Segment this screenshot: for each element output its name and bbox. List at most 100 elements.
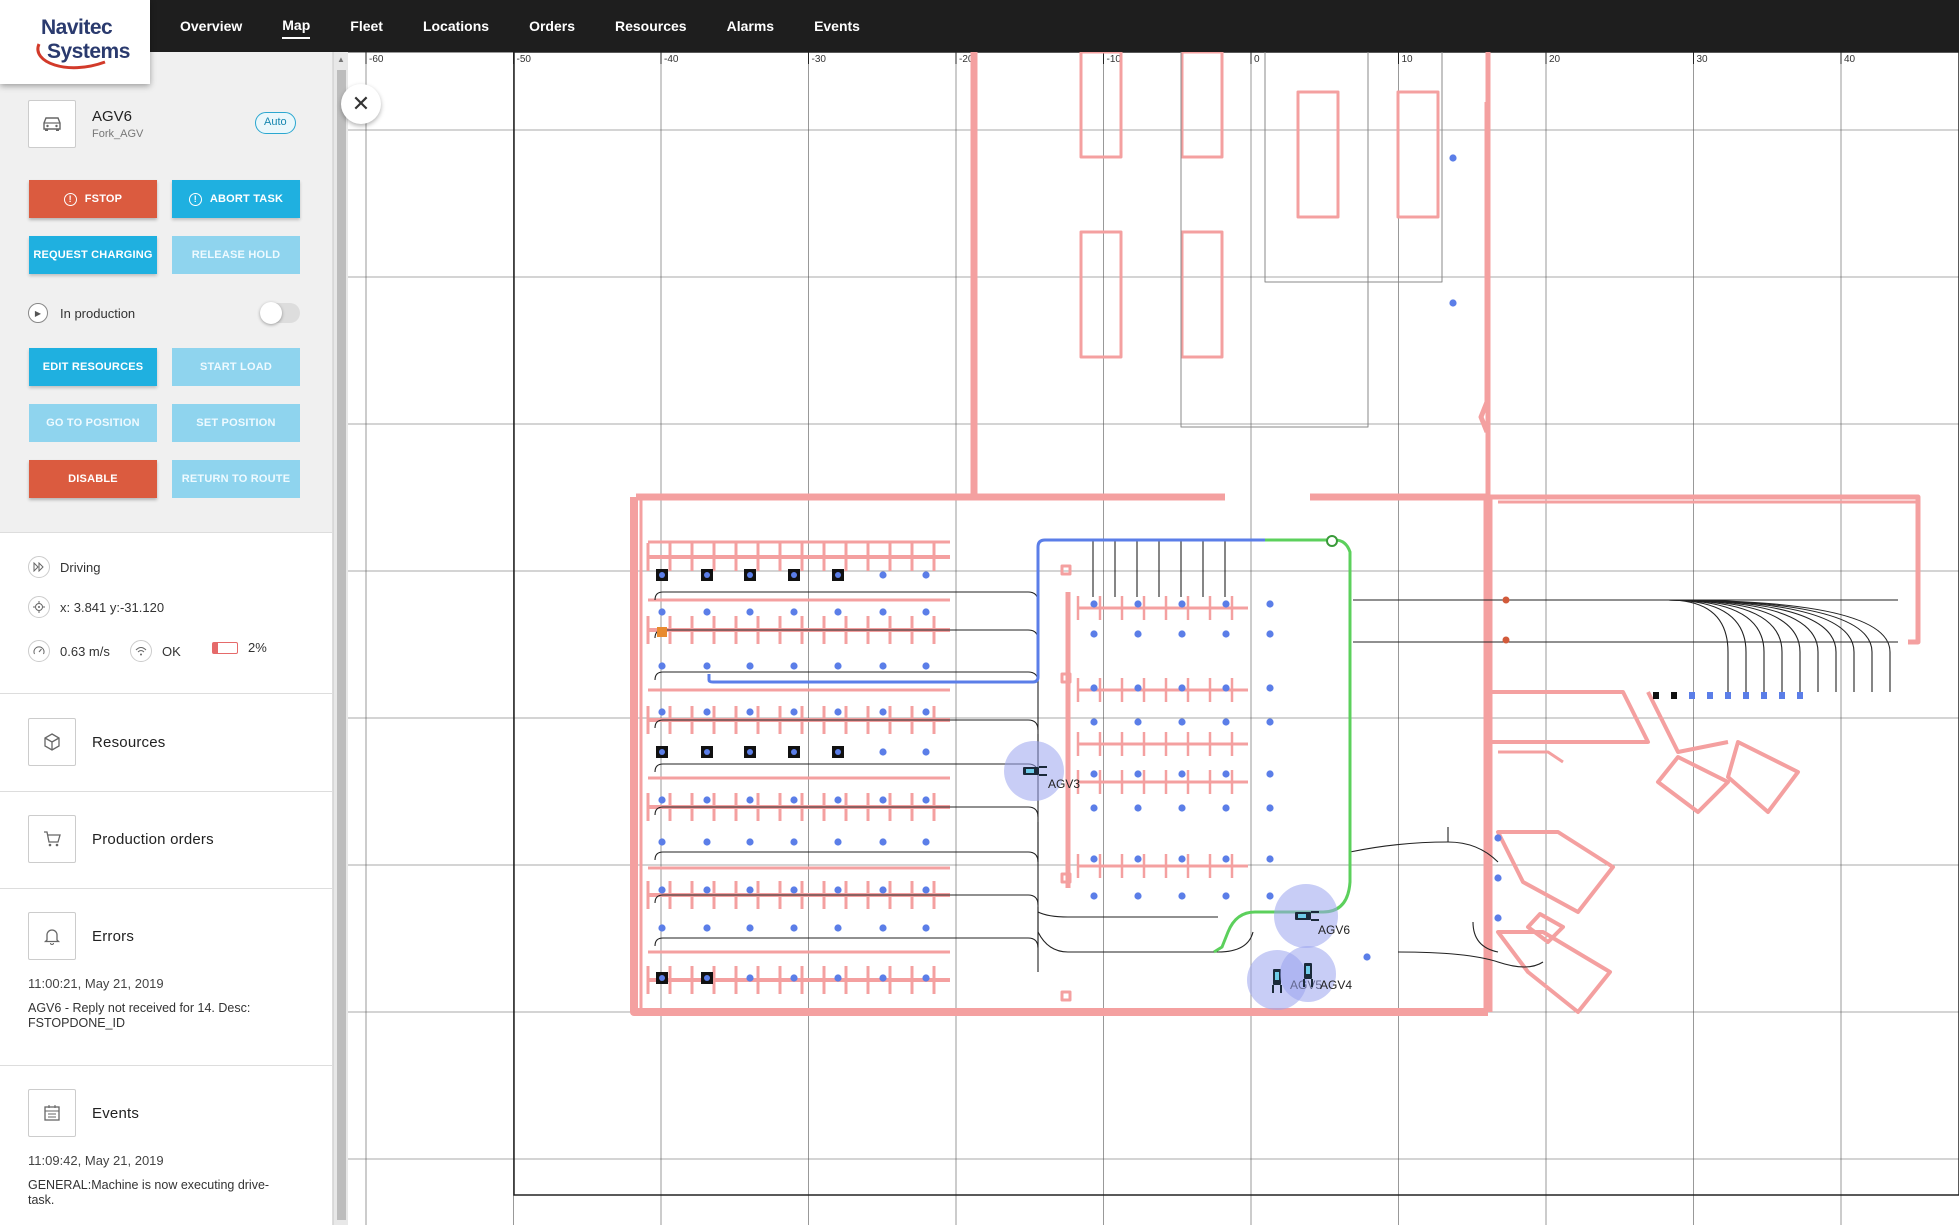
station-dot[interactable]	[922, 708, 930, 716]
station-dot[interactable]	[790, 608, 798, 616]
station-dot[interactable]	[1449, 299, 1457, 307]
station-dot[interactable]	[746, 796, 754, 804]
station-dot[interactable]	[658, 708, 666, 716]
station-dot[interactable]	[1222, 684, 1230, 692]
station-dot[interactable]	[658, 838, 666, 846]
nav-fleet[interactable]: Fleet	[350, 14, 383, 38]
station-dot[interactable]	[1090, 855, 1098, 863]
station-dot[interactable]	[1266, 600, 1274, 608]
station-dot[interactable]	[703, 708, 711, 716]
station-dot[interactable]	[1449, 154, 1457, 162]
station-dot[interactable]	[658, 796, 666, 804]
events-section[interactable]: Events	[28, 1089, 139, 1137]
station-dot[interactable]	[1178, 718, 1186, 726]
edit-resources-button[interactable]: EDIT RESOURCES	[29, 348, 157, 386]
production-toggle[interactable]	[260, 302, 300, 324]
station-dot[interactable]	[1178, 684, 1186, 692]
disable-button[interactable]: DISABLE	[29, 460, 157, 498]
station-dot[interactable]	[1222, 804, 1230, 812]
station-dot[interactable]	[922, 924, 930, 932]
station-dot[interactable]	[746, 974, 754, 982]
station-dot[interactable]	[1266, 892, 1274, 900]
station-dot[interactable]	[703, 796, 711, 804]
station-dot[interactable]	[1178, 804, 1186, 812]
station-dot[interactable]	[790, 796, 798, 804]
facility-map[interactable]: -60-50-40-30-20-10010203040 AGV3AGV6AGV5…	[348, 52, 1959, 1225]
station-dot[interactable]	[879, 708, 887, 716]
station-dot[interactable]	[1266, 718, 1274, 726]
station-dot[interactable]	[790, 708, 798, 716]
station-dot[interactable]	[746, 662, 754, 670]
nav-alarms[interactable]: Alarms	[727, 14, 774, 38]
station-dot[interactable]	[1090, 804, 1098, 812]
dock-station[interactable]	[1671, 692, 1677, 699]
station-dot[interactable]	[879, 838, 887, 846]
station-dot[interactable]	[879, 796, 887, 804]
station-dot[interactable]	[1502, 596, 1510, 604]
station-dot[interactable]	[1178, 630, 1186, 638]
station-dot[interactable]	[879, 662, 887, 670]
station-dot[interactable]	[1266, 855, 1274, 863]
station-dot[interactable]	[746, 924, 754, 932]
station-dot[interactable]	[1502, 636, 1510, 644]
station-dot[interactable]	[703, 924, 711, 932]
station-dot[interactable]	[790, 974, 798, 982]
station-dot[interactable]	[879, 974, 887, 982]
station-dot[interactable]	[1178, 892, 1186, 900]
errors-section[interactable]: Errors	[28, 912, 134, 960]
station-dot[interactable]	[922, 838, 930, 846]
station-dot[interactable]	[1090, 630, 1098, 638]
station-dot[interactable]	[658, 924, 666, 932]
station-dot[interactable]	[1494, 834, 1502, 842]
return-to-route-button[interactable]: RETURN TO ROUTE	[172, 460, 300, 498]
request-charging-button[interactable]: REQUEST CHARGING	[29, 236, 157, 274]
station-dot[interactable]	[1266, 684, 1274, 692]
station-dot[interactable]	[834, 974, 842, 982]
set-position-button[interactable]: SET POSITION	[172, 404, 300, 442]
map-canvas[interactable]: -60-50-40-30-20-10010203040 AGV3AGV6AGV5…	[348, 52, 1959, 1225]
station-dot[interactable]	[746, 608, 754, 616]
vehicle-agv4[interactable]: AGV4	[1280, 946, 1352, 1002]
station-dot[interactable]	[658, 662, 666, 670]
station-dot[interactable]	[1266, 770, 1274, 778]
station-dot[interactable]	[1222, 770, 1230, 778]
station-dot[interactable]	[1494, 874, 1502, 882]
production-orders-section[interactable]: Production orders	[28, 815, 214, 863]
station-dot[interactable]	[1134, 855, 1142, 863]
station-dot[interactable]	[1222, 718, 1230, 726]
station-dot[interactable]	[746, 708, 754, 716]
station-dot[interactable]	[1090, 770, 1098, 778]
station-dot[interactable]	[922, 608, 930, 616]
go-to-position-button[interactable]: GO TO POSITION	[29, 404, 157, 442]
station-dot[interactable]	[658, 886, 666, 894]
station-dot[interactable]	[1222, 630, 1230, 638]
station-dot[interactable]	[746, 886, 754, 894]
dock-station[interactable]	[1689, 692, 1695, 699]
station-dot[interactable]	[1363, 953, 1371, 961]
station-dot[interactable]	[879, 748, 887, 756]
station-dot[interactable]	[1090, 892, 1098, 900]
station-dot[interactable]	[1178, 600, 1186, 608]
station-dot[interactable]	[922, 974, 930, 982]
station-dot[interactable]	[658, 608, 666, 616]
station-dot[interactable]	[922, 571, 930, 579]
station-dot[interactable]	[1222, 600, 1230, 608]
dock-station[interactable]	[1779, 692, 1785, 699]
nav-overview[interactable]: Overview	[180, 14, 242, 38]
scroll-up-icon[interactable]: ▲	[337, 55, 345, 64]
dock-station[interactable]	[1725, 692, 1731, 699]
vehicle-agv6[interactable]: AGV6	[1274, 884, 1350, 948]
station-dot[interactable]	[922, 662, 930, 670]
station-dot[interactable]	[834, 708, 842, 716]
station-dot[interactable]	[746, 838, 754, 846]
station-dot[interactable]	[834, 838, 842, 846]
dock-station[interactable]	[1761, 692, 1767, 699]
station-dot[interactable]	[1134, 684, 1142, 692]
station-dot[interactable]	[834, 662, 842, 670]
station-dot[interactable]	[790, 838, 798, 846]
station-dot[interactable]	[1266, 630, 1274, 638]
station-dot[interactable]	[1090, 600, 1098, 608]
station-dot[interactable]	[834, 924, 842, 932]
station-dot[interactable]	[703, 662, 711, 670]
dock-station[interactable]	[1707, 692, 1713, 699]
